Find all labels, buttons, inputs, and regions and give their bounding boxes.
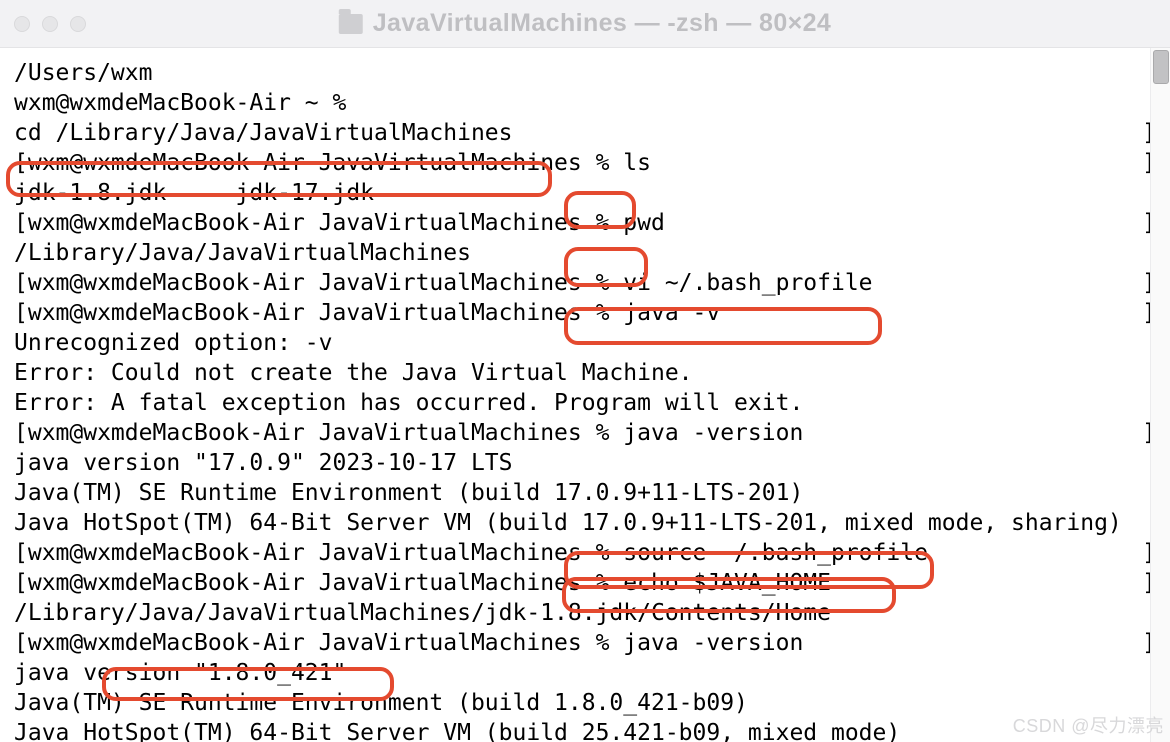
terminal-line: Java HotSpot(TM) 64-Bit Server VM (build… [14, 508, 1156, 538]
terminal-line: Error: A fatal exception has occurred. P… [14, 388, 1156, 418]
terminal-line-right-bracket: ] [665, 208, 1156, 238]
window-title: JavaVirtualMachines — -zsh — 80×24 [339, 9, 832, 38]
terminal-line-text: [wxm@wxmdeMacBook-Air JavaVirtualMachine… [14, 208, 665, 238]
terminal-line-right-bracket: ] [928, 538, 1156, 568]
terminal-line-text: wxm@wxmdeMacBook-Air ~ % [14, 88, 346, 118]
terminal-line-text: /Users/wxm [14, 58, 152, 88]
terminal-line-text: cd /Library/Java/JavaVirtualMachines [14, 118, 513, 148]
terminal-line: wxm@wxmdeMacBook-Air ~ % [14, 88, 1156, 118]
terminal-line: Java(TM) SE Runtime Environment (build 1… [14, 478, 1156, 508]
window-titlebar: JavaVirtualMachines — -zsh — 80×24 [0, 0, 1170, 48]
terminal-line-text: [wxm@wxmdeMacBook-Air JavaVirtualMachine… [14, 298, 720, 328]
terminal-line-right-bracket: ] [651, 148, 1156, 178]
terminal-line-text: jdk-1.8.jdk jdk-17.jdk [14, 178, 374, 208]
watermark-text: CSDN @尽力漂亮 [1013, 712, 1164, 738]
terminal-line: java version "1.8.0_421" [14, 658, 1156, 688]
terminal-line: /Library/Java/JavaVirtualMachines [14, 238, 1156, 268]
close-window-button[interactable] [14, 16, 30, 32]
terminal-line: Java(TM) SE Runtime Environment (build 1… [14, 688, 1156, 718]
terminal-line: /Library/Java/JavaVirtualMachines/jdk-1.… [14, 598, 1156, 628]
scrollbar-thumb[interactable] [1153, 50, 1169, 84]
terminal-line: [wxm@wxmdeMacBook-Air JavaVirtualMachine… [14, 568, 1156, 598]
terminal-line: [wxm@wxmdeMacBook-Air JavaVirtualMachine… [14, 148, 1156, 178]
terminal-line-text: Java(TM) SE Runtime Environment (build 1… [14, 478, 803, 508]
terminal-line-text: Unrecognized option: -v [14, 328, 333, 358]
terminal-line-text: [wxm@wxmdeMacBook-Air JavaVirtualMachine… [14, 268, 873, 298]
terminal-line: [wxm@wxmdeMacBook-Air JavaVirtualMachine… [14, 268, 1156, 298]
terminal-line-text: Java HotSpot(TM) 64-Bit Server VM (build… [14, 718, 900, 742]
terminal-line: [wxm@wxmdeMacBook-Air JavaVirtualMachine… [14, 298, 1156, 328]
terminal-line: java version "17.0.9" 2023-10-17 LTS [14, 448, 1156, 478]
folder-icon [339, 14, 363, 34]
terminal-viewport: /Users/wxmwxm@wxmdeMacBook-Air ~ %cd /Li… [0, 48, 1170, 742]
terminal-line-right-bracket: ] [873, 268, 1156, 298]
scrollbar-track[interactable] [1150, 48, 1170, 742]
terminal-line: cd /Library/Java/JavaVirtualMachines] [14, 118, 1156, 148]
window-traffic-lights [14, 16, 86, 32]
terminal-line: Error: Could not create the Java Virtual… [14, 358, 1156, 388]
terminal-content[interactable]: /Users/wxmwxm@wxmdeMacBook-Air ~ %cd /Li… [0, 48, 1170, 742]
terminal-line-text: /Library/Java/JavaVirtualMachines [14, 238, 471, 268]
terminal-line: Java HotSpot(TM) 64-Bit Server VM (build… [14, 718, 1156, 742]
terminal-line: Unrecognized option: -v [14, 328, 1156, 358]
terminal-line-text: Error: A fatal exception has occurred. P… [14, 388, 803, 418]
terminal-line-text: [wxm@wxmdeMacBook-Air JavaVirtualMachine… [14, 568, 831, 598]
terminal-line: [wxm@wxmdeMacBook-Air JavaVirtualMachine… [14, 418, 1156, 448]
terminal-line-text: Java HotSpot(TM) 64-Bit Server VM (build… [14, 508, 1122, 538]
terminal-line-right-bracket: ] [513, 118, 1157, 148]
terminal-line-text: [wxm@wxmdeMacBook-Air JavaVirtualMachine… [14, 628, 803, 658]
terminal-line-right-bracket: ] [803, 418, 1156, 448]
terminal-line-text: [wxm@wxmdeMacBook-Air JavaVirtualMachine… [14, 418, 803, 448]
terminal-line-right-bracket: ] [831, 568, 1156, 598]
terminal-line-text: [wxm@wxmdeMacBook-Air JavaVirtualMachine… [14, 538, 928, 568]
terminal-line-text: [wxm@wxmdeMacBook-Air JavaVirtualMachine… [14, 148, 651, 178]
terminal-line-text: Error: Could not create the Java Virtual… [14, 358, 693, 388]
terminal-line-text: Java(TM) SE Runtime Environment (build 1… [14, 688, 748, 718]
terminal-line: [wxm@wxmdeMacBook-Air JavaVirtualMachine… [14, 538, 1156, 568]
terminal-line: [wxm@wxmdeMacBook-Air JavaVirtualMachine… [14, 628, 1156, 658]
zoom-window-button[interactable] [70, 16, 86, 32]
terminal-line: [wxm@wxmdeMacBook-Air JavaVirtualMachine… [14, 208, 1156, 238]
terminal-line-right-bracket: ] [720, 298, 1156, 328]
minimize-window-button[interactable] [42, 16, 58, 32]
terminal-line-right-bracket: ] [803, 628, 1156, 658]
terminal-line-text: java version "17.0.9" 2023-10-17 LTS [14, 448, 513, 478]
terminal-line: /Users/wxm [14, 58, 1156, 88]
terminal-line-text: java version "1.8.0_421" [14, 658, 346, 688]
terminal-line: jdk-1.8.jdk jdk-17.jdk [14, 178, 1156, 208]
terminal-line-text: /Library/Java/JavaVirtualMachines/jdk-1.… [14, 598, 831, 628]
window-title-text: JavaVirtualMachines — -zsh — 80×24 [373, 9, 832, 38]
